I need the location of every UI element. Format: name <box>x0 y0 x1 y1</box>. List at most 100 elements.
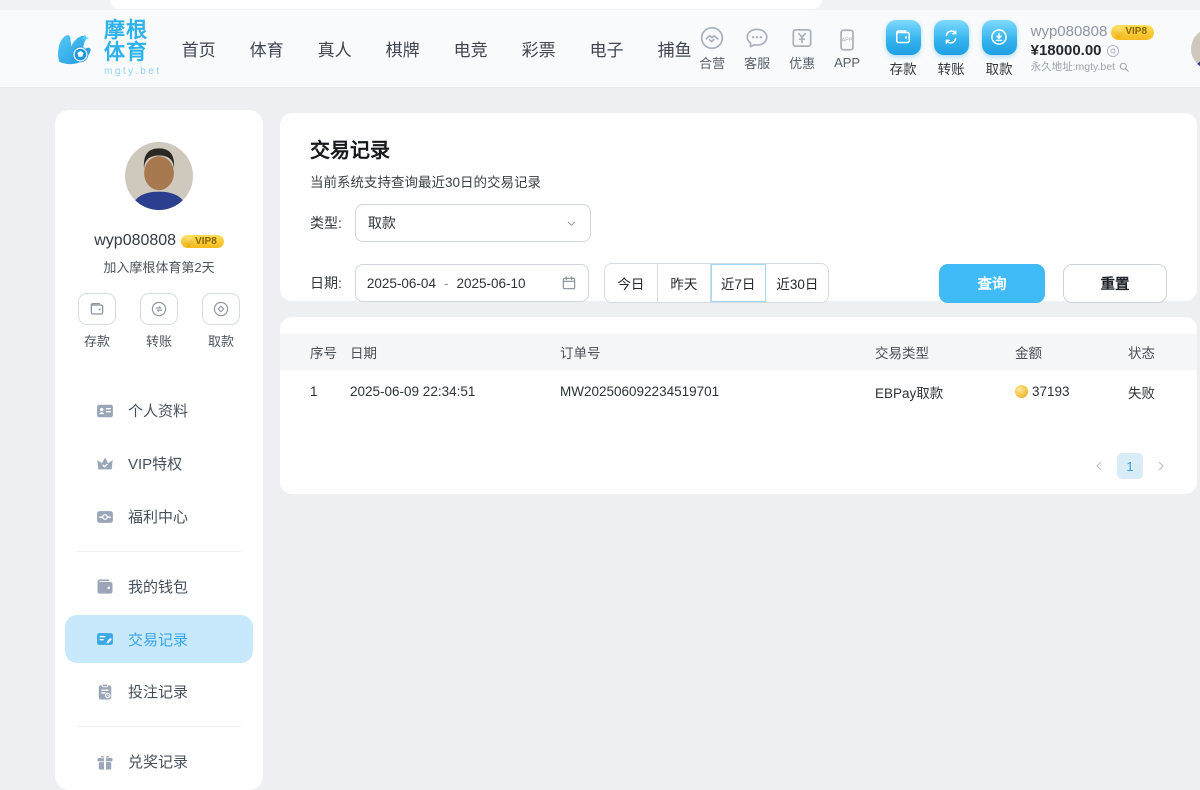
support-button[interactable]: 客服 <box>737 25 778 72</box>
browser-tab-remnant <box>110 0 822 9</box>
nav-item-esports[interactable]: 电竞 <box>454 36 488 61</box>
nav-item-fishing[interactable]: 捕鱼 <box>658 36 692 61</box>
sidebar-item-vip[interactable]: VIP特权 <box>55 437 263 490</box>
handshake-icon <box>699 25 725 51</box>
user-avatar[interactable] <box>1191 28 1200 70</box>
date-start-value[interactable]: 2025-06-04 <box>367 276 436 291</box>
sidebar-deposit-button[interactable]: 存款 <box>78 293 116 350</box>
yuan-coupon-icon <box>789 25 815 51</box>
date-end-value[interactable]: 2025-06-10 <box>456 276 525 291</box>
username: wyp080808 <box>1031 23 1108 42</box>
deposit-wallet-icon <box>886 20 921 55</box>
range-7days-button[interactable]: 近7日 <box>711 264 767 302</box>
transaction-record-icon <box>95 629 115 649</box>
promo-button[interactable]: 优惠 <box>782 25 823 72</box>
type-select-value: 取款 <box>368 213 396 233</box>
next-page-icon[interactable] <box>1155 460 1167 472</box>
sidebar-item-profile[interactable]: 个人资料 <box>55 384 263 437</box>
header-right: 合营 客服 优惠 APP APP 存款 <box>692 20 1200 78</box>
sidebar-item-transactions[interactable]: 交易记录 <box>65 615 253 663</box>
col-index: 序号 <box>310 342 350 362</box>
prev-page-icon[interactable] <box>1093 460 1105 472</box>
table-header-row: 序号 日期 订单号 交易类型 金额 状态 <box>280 334 1197 370</box>
cell-index: 1 <box>310 384 350 399</box>
sidebar-quick-actions: 存款 转账 取款 <box>78 293 240 350</box>
sidebar-item-bets[interactable]: 投注记录 <box>55 665 263 718</box>
nav-item-slots[interactable]: 电子 <box>590 36 624 61</box>
page-title: 交易记录 <box>310 134 1167 163</box>
user-info: wyp080808 VIP8 ¥18000.00 永久地址:mgty.bet <box>1031 23 1183 74</box>
filter-card: 交易记录 当前系统支持查询最近30日的交易记录 类型: 取款 日期: 2025-… <box>280 113 1197 301</box>
cell-amount: 37193 <box>1015 384 1128 399</box>
nav-item-lottery[interactable]: 彩票 <box>522 36 556 61</box>
wallet-actions: 存款 转账 取款 <box>886 20 1017 78</box>
balance-amount: ¥18000.00 <box>1031 42 1102 61</box>
id-card-icon <box>95 401 115 421</box>
menu-divider <box>77 726 241 727</box>
quick-range-group: 今日 昨天 近7日 近30日 <box>604 263 830 303</box>
refresh-balance-icon[interactable] <box>1106 44 1120 58</box>
date-label: 日期: <box>310 273 342 293</box>
app-download-button[interactable]: APP APP <box>827 27 868 70</box>
col-order-no: 订单号 <box>560 342 875 362</box>
vip-badge: VIP8 <box>1111 25 1154 40</box>
cell-status: 失败 <box>1128 382 1197 402</box>
sidebar-item-welfare[interactable]: 福利中心 <box>55 490 263 543</box>
type-filter-row: 类型: 取款 <box>310 204 1167 242</box>
transfer-arrows-icon <box>934 20 969 55</box>
svg-text:APP: APP <box>842 38 853 44</box>
range-yesterday-button[interactable]: 昨天 <box>658 264 711 302</box>
page-subtitle: 当前系统支持查询最近30日的交易记录 <box>310 171 1167 191</box>
joined-days-text: 加入摩根体育第2天 <box>103 257 214 276</box>
browser-top-strip <box>0 0 1200 10</box>
range-today-button[interactable]: 今日 <box>605 264 658 302</box>
nav-item-live[interactable]: 真人 <box>318 36 352 61</box>
bet-record-icon <box>95 682 115 702</box>
brand-name: 摩根体育 <box>104 20 162 64</box>
sidebar-transfer-button[interactable]: 转账 <box>140 293 178 350</box>
header: 摩根体育 mgty.bet 首页 体育 真人 棋牌 电竞 彩票 电子 捕鱼 合营… <box>0 10 1200 88</box>
type-label: 类型: <box>310 213 342 233</box>
chevron-down-icon <box>565 217 578 230</box>
type-select[interactable]: 取款 <box>355 204 591 242</box>
filter-buttons: 查询 重置 <box>939 264 1167 303</box>
gold-coin-icon <box>1015 385 1028 398</box>
gem-icon <box>182 235 195 248</box>
sidebar-item-wallet[interactable]: 我的钱包 <box>55 560 263 613</box>
chat-icon <box>744 25 770 51</box>
cell-order-no: MW202506092234519701 <box>560 384 875 399</box>
nav-item-sports[interactable]: 体育 <box>250 36 284 61</box>
brand-logo-icon <box>52 27 96 71</box>
col-amount: 金额 <box>1015 342 1128 362</box>
wallet-icon <box>95 577 115 597</box>
main-nav: 首页 体育 真人 棋牌 电竞 彩票 电子 捕鱼 <box>182 36 692 61</box>
magnifier-icon[interactable] <box>1118 61 1130 73</box>
transfer-arrows-icon <box>140 293 178 325</box>
date-separator: - <box>444 276 449 291</box>
app-phone-icon: APP <box>834 27 860 53</box>
menu-divider <box>77 551 241 552</box>
partner-button[interactable]: 合营 <box>692 25 733 72</box>
withdraw-circle-icon <box>982 20 1017 55</box>
sidebar-avatar[interactable] <box>125 142 193 210</box>
brand-domain: mgty.bet <box>104 67 162 78</box>
range-30days-button[interactable]: 近30日 <box>766 264 828 302</box>
calendar-icon <box>561 275 577 291</box>
page-number[interactable]: 1 <box>1117 453 1143 479</box>
gem-icon <box>1112 26 1125 39</box>
cell-type: EBPay取款 <box>875 382 1015 402</box>
nav-item-home[interactable]: 首页 <box>182 36 216 61</box>
withdraw-button[interactable]: 取款 <box>982 20 1017 78</box>
crown-icon <box>95 454 115 474</box>
sidebar-item-prizes[interactable]: 兑奖记录 <box>55 735 263 788</box>
sidebar-withdraw-button[interactable]: 取款 <box>202 293 240 350</box>
reset-button[interactable]: 重置 <box>1063 264 1167 303</box>
date-range-input[interactable]: 2025-06-04 - 2025-06-10 <box>355 264 589 302</box>
deposit-button[interactable]: 存款 <box>886 20 921 78</box>
table-row: 1 2025-06-09 22:34:51 MW2025060922345197… <box>280 370 1197 413</box>
brand-logo[interactable]: 摩根体育 mgty.bet <box>52 20 162 78</box>
nav-item-cards[interactable]: 棋牌 <box>386 36 420 61</box>
welfare-box-icon <box>95 507 115 527</box>
search-button[interactable]: 查询 <box>939 264 1045 303</box>
transfer-button[interactable]: 转账 <box>934 20 969 78</box>
